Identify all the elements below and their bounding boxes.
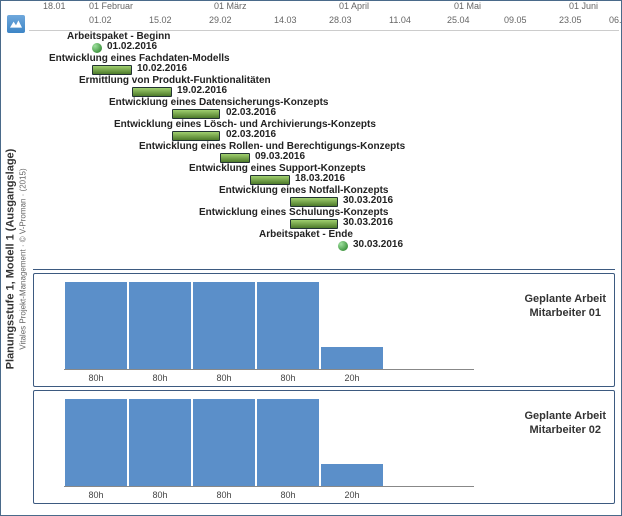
task-date: 30.03.2016 xyxy=(343,195,393,206)
bar-chart-02: 80h80h80h80h20h xyxy=(64,399,474,487)
app-frame: Planungsstufe 1, Modell 1 (Ausgangslage)… xyxy=(0,0,622,516)
chart-bar-label: 80h xyxy=(216,490,231,500)
timeline-day-tick: 29.02 xyxy=(209,15,232,25)
timeline-month-tick: 01 Februar xyxy=(89,1,133,11)
gantt-chart: Arbeitspaket - Beginn01.02.2016Entwicklu… xyxy=(29,31,619,269)
title-main: Planungsstufe 1, Modell 1 (Ausgangslage) xyxy=(4,149,16,370)
timeline-day-tick: 11.04 xyxy=(389,15,411,25)
task-date: 02.03.2016 xyxy=(226,107,276,118)
milestone-icon xyxy=(92,43,102,53)
timeline-day-tick: 23.05 xyxy=(559,15,582,25)
task-bar xyxy=(172,131,220,141)
task-date: 10.02.2016 xyxy=(137,63,187,74)
task-date: 09.03.2016 xyxy=(255,151,305,162)
timeline-month-tick: 01 April xyxy=(339,1,369,11)
task-label: Arbeitspaket - Ende xyxy=(259,229,353,240)
timeline-day-tick: 01.02 xyxy=(89,15,112,25)
task-bar xyxy=(290,197,338,207)
panel-title-l2: Mitarbeiter 02 xyxy=(525,423,607,437)
task-bar xyxy=(290,219,338,229)
chart-bar xyxy=(192,282,256,369)
milestone-icon xyxy=(338,241,348,251)
sidebar-title: Planungsstufe 1, Modell 1 (Ausgangslage)… xyxy=(3,1,29,516)
chart-bar-label: 80h xyxy=(280,373,295,383)
task-bar xyxy=(92,65,132,75)
timeline-day-tick: 28.03 xyxy=(329,15,352,25)
task-row: Entwicklung eines Support-Konzepts18.03.… xyxy=(29,163,619,185)
task-row: Entwicklung eines Schulungs-Konzepts30.0… xyxy=(29,207,619,229)
task-bar xyxy=(132,87,172,97)
task-row: Arbeitspaket - Beginn01.02.2016 xyxy=(29,31,619,53)
task-date: 30.03.2016 xyxy=(343,217,393,228)
chart-bar xyxy=(256,282,320,369)
timeline-day-tick: 25.04 xyxy=(447,15,470,25)
chart-bar-label: 80h xyxy=(280,490,295,500)
panel-title-l1: Geplante Arbeit xyxy=(525,292,607,306)
chart-bar-label: 20h xyxy=(344,490,359,500)
timeline-month-tick: 01 Juni xyxy=(569,1,598,11)
chart-bar xyxy=(64,282,128,369)
chart-bar xyxy=(320,464,384,486)
task-date: 02.03.2016 xyxy=(226,129,276,140)
task-row: Entwicklung eines Datensicherungs-Konzep… xyxy=(29,97,619,119)
timeline-month-tick: 18.01 xyxy=(43,1,66,11)
chart-bar-label: 80h xyxy=(88,373,103,383)
chart-bar-label: 80h xyxy=(152,373,167,383)
task-date: 18.03.2016 xyxy=(295,173,345,184)
task-date: 19.02.2016 xyxy=(177,85,227,96)
chart-bar-label: 20h xyxy=(344,373,359,383)
chart-bar xyxy=(192,399,256,486)
task-row: Arbeitspaket - Ende30.03.2016 xyxy=(29,229,619,251)
divider xyxy=(33,269,615,270)
timeline-day-tick: 15.02 xyxy=(149,15,172,25)
chart-bar-label: 80h xyxy=(152,490,167,500)
task-date: 30.03.2016 xyxy=(353,239,403,250)
title-sub: Vitales Projekt-Management · © V-Proman … xyxy=(18,168,27,349)
task-row: Entwicklung eines Rollen- und Berechtigu… xyxy=(29,141,619,163)
task-bar xyxy=(250,175,290,185)
chart-bar xyxy=(256,399,320,486)
chart-bar-label: 80h xyxy=(88,490,103,500)
timeline-day-tick: 06.06 xyxy=(609,15,622,25)
bar-chart-01: 80h80h80h80h20h xyxy=(64,282,474,370)
timeline-month-tick: 01 März xyxy=(214,1,247,11)
timeline-day-tick: 09.05 xyxy=(504,15,527,25)
chart-bar xyxy=(128,282,192,369)
chart-bar xyxy=(320,347,384,369)
timeline-day-tick: 14.03 xyxy=(274,15,297,25)
panel-title-l1: Geplante Arbeit xyxy=(525,409,607,423)
panel-title-l2: Mitarbeiter 01 xyxy=(525,306,607,320)
timeline-header: 18.01 01 Februar 01 März 01 April 01 Mai 01 J… xyxy=(29,1,619,31)
timeline-month-tick: 01 Mai xyxy=(454,1,481,11)
task-label: Entwicklung eines Datensicherungs-Konzep… xyxy=(109,97,328,108)
panel-mitarbeiter-01: Geplante Arbeit Mitarbeiter 01 80h80h80h… xyxy=(33,273,615,387)
chart-bar xyxy=(64,399,128,486)
task-bar xyxy=(220,153,250,163)
task-row: Entwicklung eines Fachdaten-Modells10.02… xyxy=(29,53,619,75)
chart-bar xyxy=(128,399,192,486)
task-date: 01.02.2016 xyxy=(107,41,157,52)
task-row: Entwicklung eines Notfall-Konzepts30.03.… xyxy=(29,185,619,207)
panel-mitarbeiter-02: Geplante Arbeit Mitarbeiter 02 80h80h80h… xyxy=(33,390,615,504)
task-row: Ermittlung von Produkt-Funktionalitäten1… xyxy=(29,75,619,97)
task-label: Ermittlung von Produkt-Funktionalitäten xyxy=(79,75,271,86)
task-bar xyxy=(172,109,220,119)
chart-bar-label: 80h xyxy=(216,373,231,383)
task-row: Entwicklung eines Lösch- und Archivierun… xyxy=(29,119,619,141)
